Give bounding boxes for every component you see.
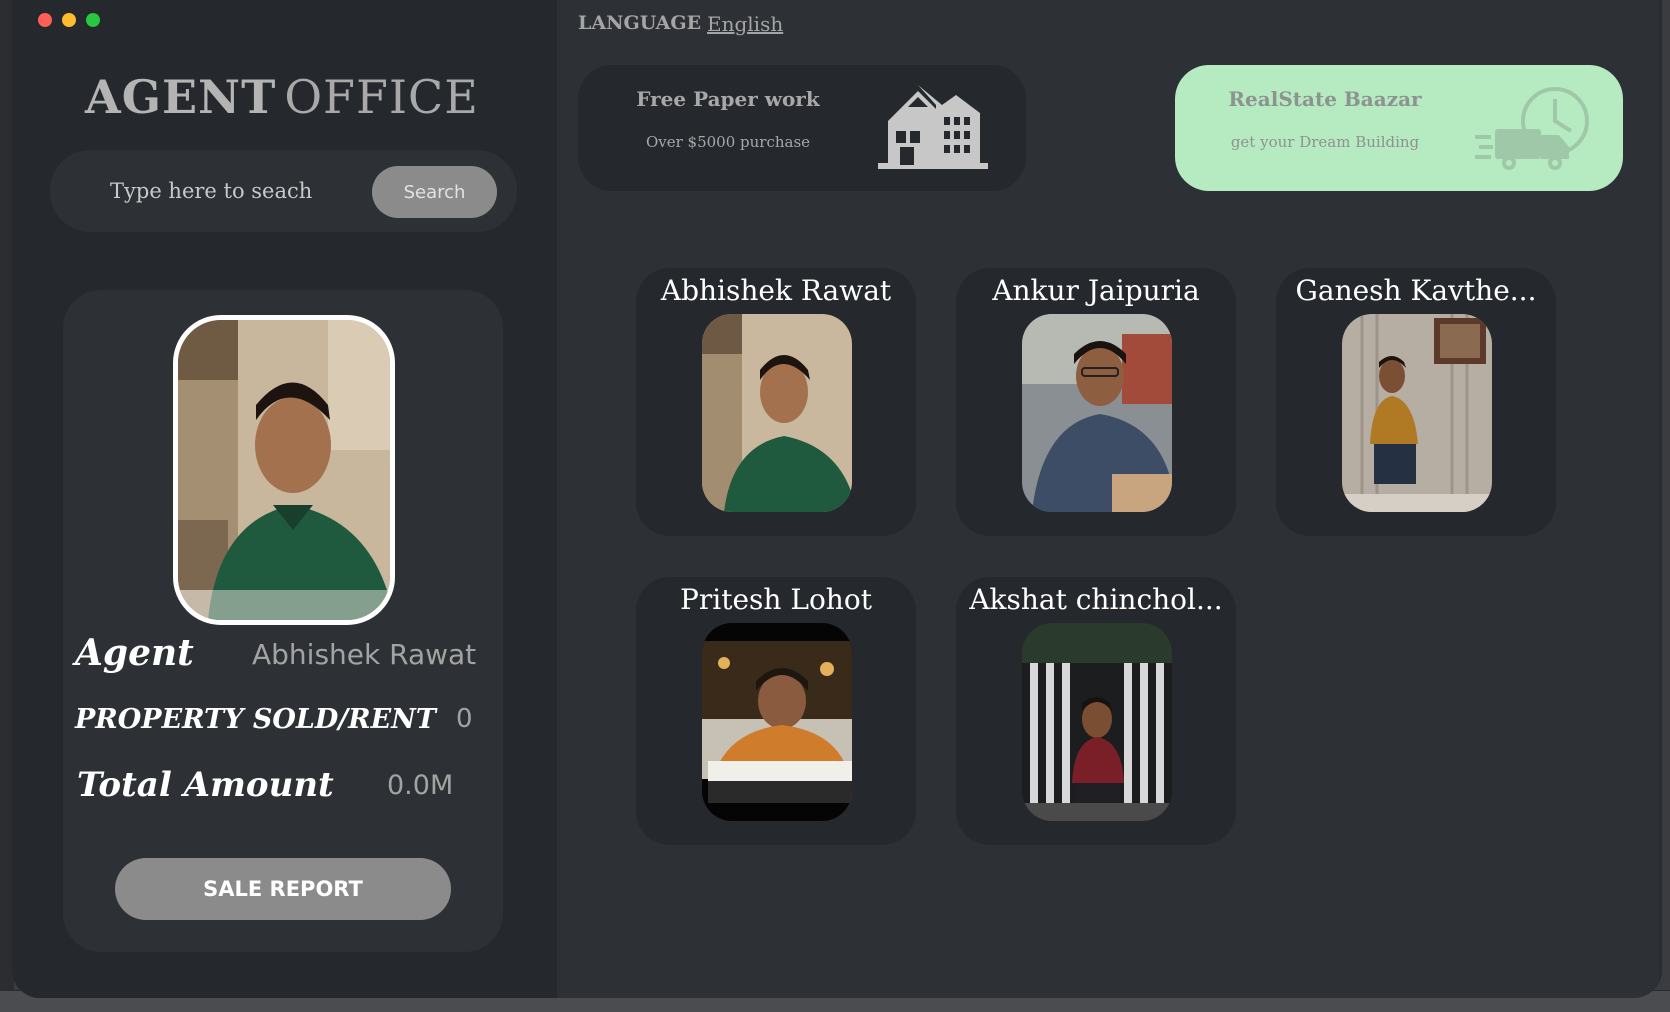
close-window-button[interactable] — [38, 13, 52, 27]
delivery-truck-clock-icon — [1475, 87, 1589, 170]
agent-card-photo — [702, 623, 852, 821]
search-button[interactable]: Search — [372, 166, 497, 218]
app-title-part1: AGENT — [85, 70, 277, 124]
agent-card[interactable]: Akshat chinchol... — [956, 577, 1236, 845]
vertical-scrollbar[interactable] — [1659, 0, 1662, 990]
agent-profile-photo — [173, 315, 395, 625]
agent-card-name: Ankur Jaipuria — [992, 274, 1200, 307]
app-window: AGENTOFFICE Search — [12, 0, 1662, 998]
agent-card-name: Pritesh Lohot — [680, 583, 872, 616]
search-bar: Search — [50, 150, 517, 232]
agent-card[interactable]: Ganesh Kavthe... — [1276, 268, 1556, 536]
total-amount-value: 0.0M — [387, 770, 454, 801]
agent-card-photo — [1342, 314, 1492, 512]
sale-report-button[interactable]: SALE REPORT — [115, 858, 451, 920]
language-selector[interactable]: English — [707, 12, 783, 36]
property-sold-value: 0 — [456, 704, 473, 734]
property-sold-label: PROPERTY SOLD/RENT — [75, 704, 436, 735]
promo-card-free-paperwork[interactable]: Free Paper work Over $5000 purchase — [578, 65, 1026, 191]
agent-card-photo — [1022, 623, 1172, 821]
agent-card[interactable]: Ankur Jaipuria — [956, 268, 1236, 536]
promo-title: Free Paper work — [636, 87, 820, 111]
total-amount-label: Total Amount — [77, 765, 334, 805]
agent-name-value: Abhishek Rawat — [252, 638, 477, 671]
agent-card[interactable]: Abhishek Rawat — [636, 268, 916, 536]
promo-title: RealState Baazar — [1228, 87, 1422, 111]
agent-card-name: Akshat chinchol... — [969, 583, 1223, 616]
promo-subtitle: get your Dream Building — [1230, 133, 1420, 151]
agent-card-photo — [1022, 314, 1172, 512]
app-title: AGENT OFFICE — [85, 70, 479, 124]
search-input[interactable] — [110, 168, 365, 214]
agent-card[interactable]: Pritesh Lohot — [636, 577, 916, 845]
profile-card: Agent Abhishek Rawat PROPERTY SOLD/RENT … — [63, 290, 503, 952]
promo-subtitle: Over $5000 purchase — [645, 133, 811, 151]
promo-card-realstate-baazar[interactable]: RealState Baazar get your Dream Building — [1175, 65, 1623, 191]
minimize-window-button[interactable] — [62, 13, 76, 27]
agent-card-name: Abhishek Rawat — [660, 274, 892, 307]
agent-card-name: Ganesh Kavthe... — [1295, 274, 1537, 307]
maximize-window-button[interactable] — [86, 13, 100, 27]
agent-label: Agent — [75, 632, 194, 674]
agent-card-photo — [702, 314, 852, 512]
house-icon — [878, 85, 988, 169]
sidebar: AGENTOFFICE Search — [12, 0, 557, 998]
language-label: LANGUAGE — [578, 12, 702, 34]
app-title-part2: OFFICE — [284, 70, 479, 124]
